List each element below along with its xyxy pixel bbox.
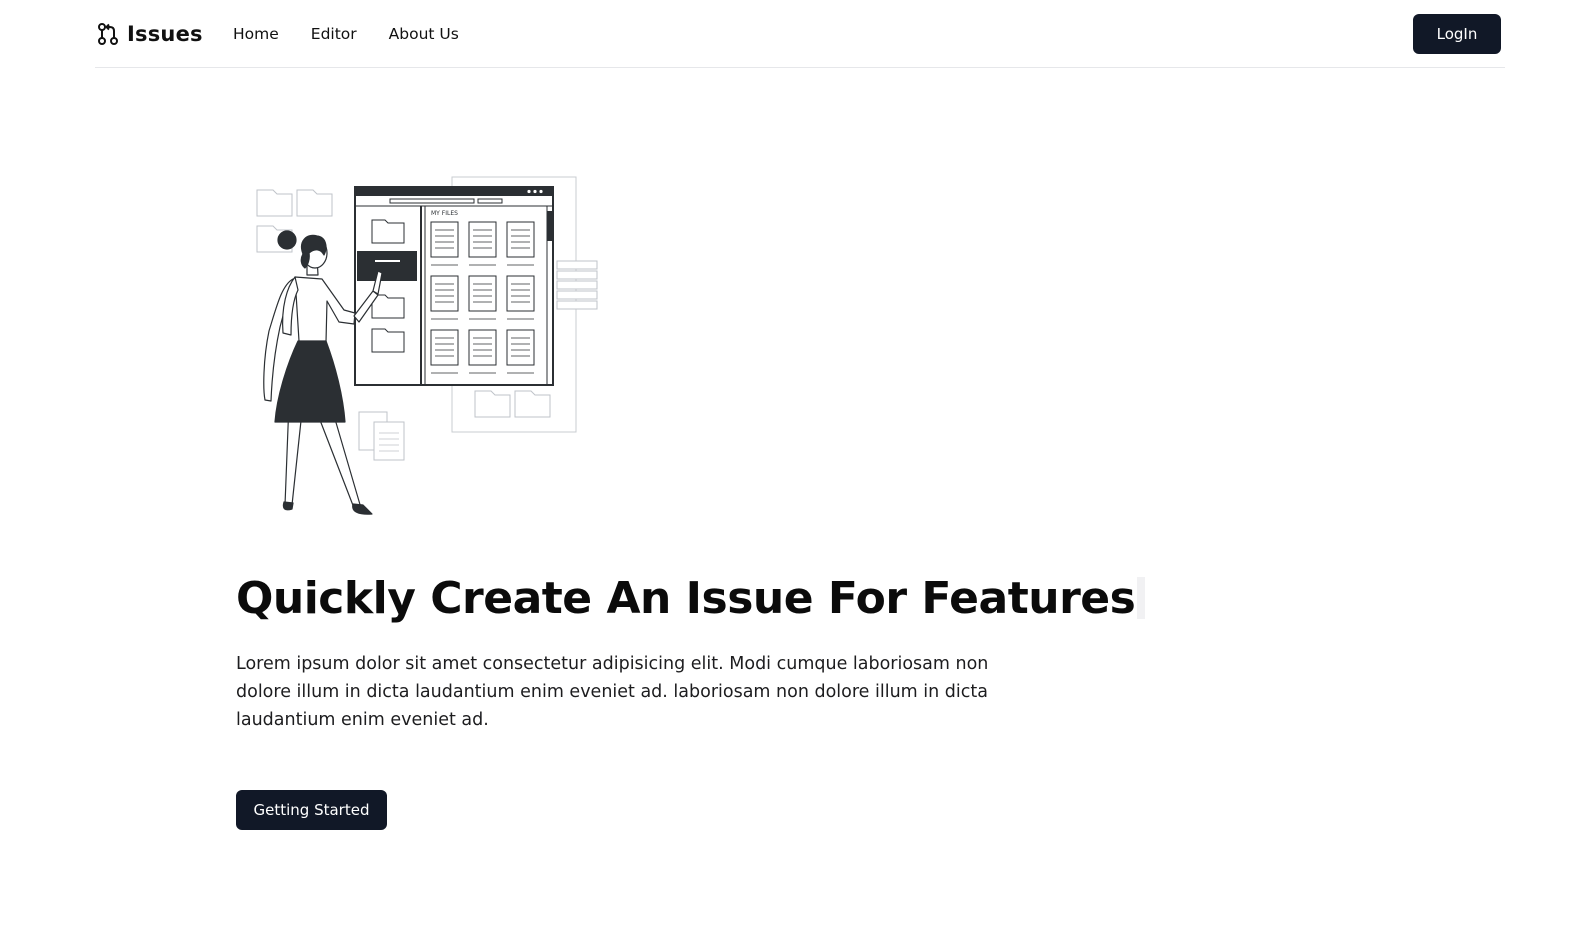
git-pull-request-icon [98,23,118,45]
nav-links: Home Editor About Us [233,25,491,43]
nav-link-about-us[interactable]: About Us [389,25,459,43]
hero-title: Quickly Create An Issue For Features [236,573,1146,624]
brand[interactable]: Issues [97,21,203,47]
hero-description: Lorem ipsum dolor sit amet consectetur a… [236,654,989,730]
login-button[interactable]: LogIn [1413,14,1501,54]
getting-started-button[interactable]: Getting Started [236,790,387,830]
my-files-label: MY FILES [431,210,458,217]
brand-name: Issues [127,22,203,46]
woman-file-manager-illustration: MY FILES [256,176,598,515]
nav-link-editor[interactable]: Editor [311,25,357,43]
text-caret [1137,577,1146,619]
top-navbar: Issues Home Editor About Us LogIn [95,0,1505,68]
nav-link-home[interactable]: Home [233,25,279,43]
